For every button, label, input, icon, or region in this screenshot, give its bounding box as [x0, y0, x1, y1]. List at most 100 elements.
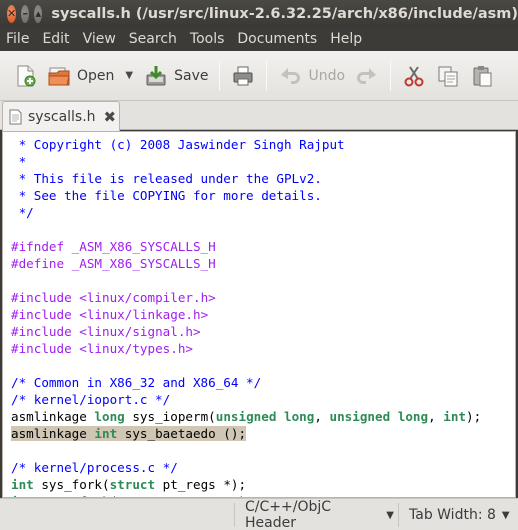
print-button[interactable] — [226, 58, 260, 94]
code-token: * Copyright (c) 2008 Jaswinder Singh Raj… — [11, 137, 345, 152]
code-token: <linux/types.h> — [79, 341, 193, 356]
language-label: C/C++/ObjC Header — [245, 499, 332, 530]
code-token: <linux/signal.h> — [79, 324, 201, 339]
code-token: * — [11, 154, 27, 169]
code-line[interactable] — [11, 357, 481, 374]
paste-button[interactable] — [465, 58, 499, 94]
minimize-window-button[interactable]: – — [21, 4, 30, 23]
code-token: int — [443, 409, 466, 424]
window-title: syscalls.h (/usr/src/linux-2.6.32.25/arc… — [51, 5, 518, 22]
open-button[interactable]: Open — [42, 58, 119, 94]
code-line[interactable]: int sys_fork(struct pt_regs *); — [11, 476, 481, 493]
code-text-area[interactable]: * Copyright (c) 2008 Jaswinder Singh Raj… — [11, 136, 481, 497]
printer-icon — [233, 66, 253, 85]
code-token: #include — [11, 324, 80, 339]
menu-view[interactable]: View — [79, 31, 120, 47]
undo-arrow-icon — [281, 67, 301, 84]
code-token: * See the file COPYING for more details. — [11, 188, 322, 203]
tab-width-label: Tab Width: 8 — [409, 507, 496, 523]
save-button[interactable]: Save — [139, 58, 213, 94]
code-line[interactable] — [11, 442, 481, 459]
menu-documents[interactable]: Documents — [233, 31, 321, 47]
menu-file[interactable]: File — [2, 31, 33, 47]
code-line[interactable]: #include <linux/linkage.h> — [11, 306, 481, 323]
code-line[interactable]: * — [11, 153, 481, 170]
code-token: int — [11, 477, 34, 492]
undo-label: Undo — [308, 67, 346, 84]
scissors-icon — [404, 65, 424, 86]
document-tab-strip: syscalls.h ✖ — [0, 101, 518, 131]
code-line[interactable]: #ifndef _ASM_X86_SYSCALLS_H — [11, 238, 481, 255]
code-line[interactable]: /* Common in X86_32 and X86_64 */ — [11, 374, 481, 391]
code-token: pt_regs *); — [155, 477, 247, 492]
code-token: int — [94, 426, 118, 441]
menu-search[interactable]: Search — [125, 31, 181, 47]
tab-syscalls-h[interactable]: syscalls.h ✖ — [2, 101, 120, 131]
code-token: unsigned long — [329, 409, 429, 424]
menu-tools[interactable]: Tools — [186, 31, 229, 47]
close-tab-icon[interactable]: ✖ — [104, 108, 117, 126]
code-line[interactable]: #include <linux/signal.h> — [11, 323, 481, 340]
code-line[interactable]: */ — [11, 204, 481, 221]
code-token: , — [314, 409, 330, 424]
code-token: sys_ioperm( — [124, 409, 216, 424]
code-line[interactable]: * Copyright (c) 2008 Jaswinder Singh Raj… — [11, 136, 481, 153]
code-token: #define _ASM_X86_SYSCALLS_H — [11, 256, 216, 271]
code-token: #include — [11, 290, 80, 305]
code-line[interactable]: /* kernel/ioport.c */ — [11, 391, 481, 408]
code-line[interactable]: * This file is released under the GPLv2. — [11, 170, 481, 187]
toolbar: Open ▼ Save Undo — [0, 51, 518, 101]
code-line[interactable]: asmlinkage int sys_baetaedo (); — [11, 425, 481, 442]
code-token: struct — [109, 477, 156, 492]
code-line[interactable]: * See the file COPYING for more details. — [11, 187, 481, 204]
redo-arrow-icon — [357, 67, 377, 84]
code-token: <linux/compiler.h> — [79, 290, 216, 305]
code-token: <linux/linkage.h> — [79, 307, 209, 322]
tab-label: syscalls.h — [28, 108, 96, 125]
code-token: /* Common in X86_32 and X86_64 */ — [11, 375, 262, 390]
new-document-button[interactable] — [8, 58, 42, 94]
code-token: #ifndef _ASM_X86_SYSCALLS_H — [11, 239, 216, 254]
code-line[interactable]: #include <linux/types.h> — [11, 340, 481, 357]
maximize-window-button[interactable]: ▴ — [34, 4, 43, 23]
code-line[interactable]: asmlinkage long sys_ioperm(unsigned long… — [11, 408, 481, 425]
code-line[interactable]: #define _ASM_X86_SYSCALLS_H — [11, 255, 481, 272]
save-label: Save — [174, 67, 209, 84]
redo-button[interactable] — [350, 58, 384, 94]
menu-help[interactable]: Help — [326, 31, 366, 47]
open-label: Open — [77, 67, 115, 84]
code-token: */ — [11, 205, 34, 220]
code-token: /* kernel/process.c */ — [11, 460, 178, 475]
code-line[interactable] — [11, 221, 481, 238]
open-recent-dropdown[interactable]: ▼ — [125, 70, 133, 81]
text-document-icon — [9, 109, 22, 124]
code-line[interactable] — [11, 272, 481, 289]
menu-edit[interactable]: Edit — [38, 31, 73, 47]
chevron-down-icon: ▼ — [386, 509, 394, 521]
copy-button[interactable] — [431, 58, 465, 94]
paste-clipboard-icon — [473, 65, 492, 86]
code-token: long — [94, 409, 125, 424]
language-selector[interactable]: C/C++/ObjC Header ▼ — [234, 499, 394, 530]
code-token: sys_fork( — [33, 477, 110, 492]
save-icon — [146, 65, 166, 85]
code-token: asmlinkage — [11, 409, 95, 424]
title-bar: ✕ – ▴ syscalls.h (/usr/src/linux-2.6.32.… — [0, 0, 518, 27]
menu-bar: File Edit View Search Tools Documents He… — [0, 27, 518, 51]
open-folder-icon — [48, 67, 70, 85]
toolbar-separator — [266, 60, 268, 91]
code-token: asmlinkage — [11, 426, 95, 441]
code-token: ); — [466, 409, 482, 424]
cut-button[interactable] — [397, 58, 431, 94]
code-editor[interactable]: * Copyright (c) 2008 Jaswinder Singh Raj… — [2, 131, 516, 498]
new-document-icon — [17, 65, 36, 86]
tab-width-selector[interactable]: Tab Width: 8 ▼ — [398, 503, 518, 527]
close-window-button[interactable]: ✕ — [7, 4, 17, 23]
undo-button[interactable]: Undo — [273, 58, 350, 94]
code-token: #include — [11, 341, 80, 356]
code-token: * This file is released under the GPLv2. — [11, 171, 322, 186]
code-token: unsigned long — [215, 409, 315, 424]
code-token: sys_baetaedo (); — [117, 426, 247, 441]
code-line[interactable]: #include <linux/compiler.h> — [11, 289, 481, 306]
code-line[interactable]: /* kernel/process.c */ — [11, 459, 481, 476]
